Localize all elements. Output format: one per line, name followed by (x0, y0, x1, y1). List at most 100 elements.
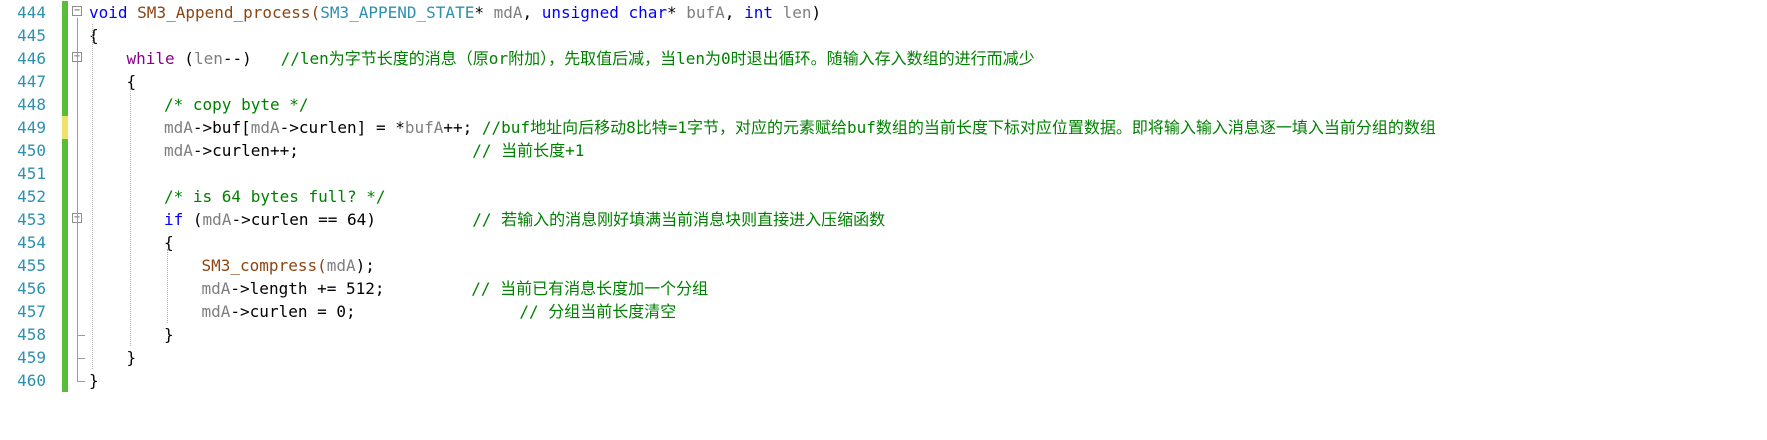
code-token: ->buf[ (192, 118, 251, 137)
saved-line-marker (62, 24, 68, 47)
line-number: 459 (17, 348, 46, 367)
collapse-icon[interactable]: − (72, 6, 82, 16)
code-token: mdA (326, 256, 356, 275)
code-line[interactable]: 456 mdA->length += 512; // 当前已有消息长度加一个分组 (0, 277, 1767, 300)
line-number: 452 (17, 187, 46, 206)
code-token: mdA (201, 302, 231, 321)
line-number: 446 (17, 49, 46, 68)
code-token: ->length += 512; (230, 279, 472, 298)
line-number: 460 (17, 371, 46, 390)
code-token: ( (192, 210, 203, 229)
code-token: --) (222, 49, 281, 68)
code-line[interactable]: 448 /* copy byte */ (0, 93, 1767, 116)
saved-line-marker (62, 208, 68, 231)
code-text: { (127, 70, 137, 93)
code-line[interactable]: 452 /* is 64 bytes full? */ (0, 185, 1767, 208)
code-token: len (193, 49, 223, 68)
line-number: 445 (17, 26, 46, 45)
code-token: bufA (686, 3, 725, 22)
code-token: void (89, 3, 138, 22)
line-number: 457 (17, 302, 46, 321)
code-token: bufA (404, 118, 444, 137)
saved-line-marker (62, 47, 68, 70)
code-line[interactable]: 459} (0, 346, 1767, 369)
code-token: ++; (443, 118, 482, 137)
code-line[interactable]: 447 { (0, 70, 1767, 93)
saved-line-marker (62, 139, 68, 162)
code-line[interactable]: 446− while (len--) //len为字节长度的消息（原or附加），先… (0, 47, 1767, 70)
code-line[interactable]: 445 { (0, 24, 1767, 47)
indent-guide (130, 88, 131, 346)
code-text: void SM3_Append_process(SM3_APPEND_STATE… (89, 1, 821, 24)
code-text: mdA->curlen++; // 当前长度+1 (164, 139, 584, 162)
modified-line-marker (62, 116, 68, 139)
code-text: if (mdA->curlen == 64) // 若输入的消息刚好填满当前消息… (164, 208, 885, 231)
code-text: while (len--) //len为字节长度的消息（原or附加），先取值后减… (127, 47, 1035, 70)
saved-line-marker (62, 1, 68, 24)
code-line[interactable]: 449 mdA->buf[mdA->curlen] = *bufA++; //bu… (0, 116, 1767, 139)
code-token: mdA (493, 3, 523, 22)
code-token: // 分组当前长度清空 (519, 302, 677, 321)
code-token: { (89, 26, 99, 45)
code-token: mdA (250, 118, 280, 137)
line-number: 450 (17, 141, 46, 160)
code-token: ) (811, 3, 822, 22)
code-text: } (89, 369, 99, 392)
code-line[interactable]: 455 SM3_compress(mdA); (0, 254, 1767, 277)
outline-end-tick (77, 358, 85, 359)
outline-bar (77, 18, 78, 381)
line-number: 449 (17, 118, 46, 137)
code-text: } (164, 323, 174, 346)
saved-line-marker (62, 185, 68, 208)
saved-line-marker (62, 346, 68, 369)
code-line[interactable]: 450 mdA->curlen++; // 当前长度+1 (0, 139, 1767, 162)
code-text: mdA->buf[mdA->curlen] = *bufA++; //buf地址… (164, 116, 1436, 139)
code-token: // 若输入的消息刚好填满当前消息块则直接进入压缩函数 (472, 210, 886, 229)
code-line[interactable]: 458} (0, 323, 1767, 346)
code-token: // 当前已有消息长度加一个分组 (471, 279, 709, 298)
saved-line-marker (62, 162, 68, 185)
line-number: 454 (17, 233, 46, 252)
line-number: 451 (17, 164, 46, 183)
code-token: // 当前长度+1 (472, 141, 585, 160)
code-text: mdA->length += 512; // 当前已有消息长度加一个分组 (202, 277, 709, 300)
code-token: //len为字节长度的消息（原or附加），先取值后减，当len为0时退出循环。随… (280, 49, 1035, 68)
code-token: , (724, 3, 745, 22)
code-editor[interactable]: 444 − void SM3_Append_process(SM3_APPEND_S… (0, 0, 1767, 440)
code-line[interactable]: 451 (0, 162, 1767, 185)
code-token: mdA (164, 118, 193, 137)
code-token: mdA (164, 141, 193, 160)
code-token: ->curlen == 64) (231, 210, 473, 229)
code-token: * (667, 3, 687, 22)
code-token: } (126, 348, 137, 367)
code-text: /* is 64 bytes full? */ (164, 185, 386, 208)
code-line[interactable]: 454 { (0, 231, 1767, 254)
code-text: } (127, 346, 137, 369)
line-number: 455 (17, 256, 46, 275)
code-line[interactable]: 444 − void SM3_Append_process(SM3_APPEND_S… (0, 1, 1767, 24)
code-line[interactable]: 460} (0, 369, 1767, 392)
line-number: 458 (17, 325, 46, 344)
saved-line-marker (62, 254, 68, 277)
indent-guide (92, 24, 93, 369)
saved-line-marker (62, 369, 68, 392)
code-token: SM3_APPEND_STATE (320, 3, 475, 22)
code-text: SM3_compress(mdA); (202, 254, 375, 277)
code-token: int (744, 3, 783, 22)
saved-line-marker (62, 300, 68, 323)
code-line[interactable]: 453− if (mdA->curlen == 64) // 若输入的消息刚好填满… (0, 208, 1767, 231)
code-token: mdA (201, 279, 231, 298)
line-number: 448 (17, 95, 46, 114)
indent-guide (167, 249, 168, 323)
code-token: SM3_compress( (201, 256, 327, 275)
line-number: 447 (17, 72, 46, 91)
saved-line-marker (62, 70, 68, 93)
line-number: 453 (17, 210, 46, 229)
code-token: , (522, 3, 542, 22)
code-token: ); (355, 256, 375, 275)
outline-end-tick (77, 381, 85, 382)
saved-line-marker (62, 323, 68, 346)
code-token: } (89, 371, 99, 390)
code-token: { (126, 72, 137, 91)
code-line[interactable]: 457 mdA->curlen = 0; // 分组当前长度清空 (0, 300, 1767, 323)
